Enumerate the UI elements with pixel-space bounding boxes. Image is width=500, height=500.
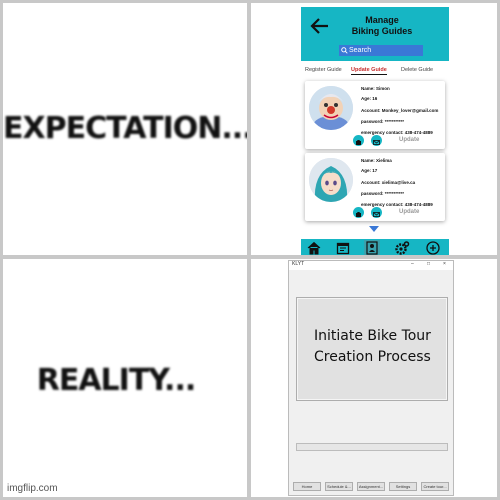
mail-icon <box>373 140 380 145</box>
guide-card: Name: Xielima Age: 17 Account: xielima@l… <box>305 153 445 221</box>
guide-age: Age: 17 <box>361 168 378 173</box>
avatar <box>309 158 353 202</box>
search-icon <box>341 47 348 54</box>
contact-button[interactable] <box>353 207 364 218</box>
tab-delete-guide[interactable]: Delete Guide <box>401 67 433 73</box>
gear-icon[interactable] <box>394 240 410 255</box>
guide-emergency-contact: emergency contact: 438-474-4889 <box>361 202 433 207</box>
briefcase-icon <box>356 212 361 217</box>
close-button[interactable]: × <box>443 261 446 267</box>
search-placeholder: Search <box>349 47 372 54</box>
mobile-app: Manage Biking Guides Search Register Gui… <box>301 7 449 255</box>
expectation-panel: EXPECTATION... <box>3 3 247 255</box>
email-button[interactable] <box>371 207 382 218</box>
guide-icon[interactable] <box>364 240 380 255</box>
expectation-caption: EXPECTATION... <box>3 111 247 146</box>
assignment-button[interactable]: Assignment... <box>357 482 385 491</box>
update-button[interactable]: Update <box>399 137 419 143</box>
home-icon[interactable] <box>306 240 322 255</box>
guide-name: Name: Simon <box>361 86 390 91</box>
app-window: KLYT – □ × Initiate Bike Tour Creation P… <box>288 260 454 496</box>
briefcase-icon <box>356 140 361 145</box>
tab-register-guide[interactable]: Register Guide <box>305 67 342 73</box>
mail-icon <box>373 212 380 217</box>
title-line-1: Manage <box>365 15 399 25</box>
initiate-tour-button[interactable]: Initiate Bike Tour Creation Process <box>296 297 448 401</box>
scroll-down-indicator[interactable] <box>369 226 379 232</box>
guide-age: Age: 16 <box>361 96 378 101</box>
button-label-line-2: Creation Process <box>314 349 431 365</box>
app-header: Manage Biking Guides Search <box>301 7 449 61</box>
window-screenshot-panel: KLYT – □ × Initiate Bike Tour Creation P… <box>251 259 497 497</box>
guide-account: Account: xielima@live.ca <box>361 180 416 185</box>
watermark: imgflip.com <box>7 483 58 494</box>
back-arrow-icon[interactable] <box>310 16 330 36</box>
tab-bar: Register Guide Update Guide Delete Guide <box>301 65 449 77</box>
app-screenshot-panel: Manage Biking Guides Search Register Gui… <box>251 3 497 255</box>
page-title: Manage Biking Guides <box>335 15 429 37</box>
minimize-button[interactable]: – <box>411 261 414 267</box>
email-button[interactable] <box>371 135 382 146</box>
guide-password: password: *********** <box>361 119 405 124</box>
guide-account: Account: Monkey_lover@gmail.com <box>361 108 439 113</box>
maximize-button[interactable]: □ <box>427 261 430 267</box>
button-label-line-1: Initiate Bike Tour <box>314 328 431 344</box>
window-title: KLYT <box>292 261 305 267</box>
settings-button[interactable]: Settings <box>389 482 417 491</box>
reality-panel: REALITY... imgflip.com <box>3 259 247 497</box>
bottom-nav <box>301 239 449 255</box>
progress-bar <box>296 443 448 451</box>
contact-button[interactable] <box>353 135 364 146</box>
meme-grid: EXPECTATION... Manage Biking Guides Sear… <box>0 0 500 500</box>
schedule-button[interactable]: Schedule &... <box>325 482 353 491</box>
title-line-2: Biking Guides <box>351 26 413 36</box>
title-bar: KLYT – □ × <box>289 261 453 270</box>
search-input[interactable]: Search <box>339 45 423 56</box>
tab-update-guide[interactable]: Update Guide <box>351 67 387 75</box>
guide-emergency-contact: emergency contact: 438-474-4889 <box>361 130 433 135</box>
plus-icon[interactable] <box>425 240 441 255</box>
calendar-icon[interactable] <box>335 240 351 255</box>
guide-card: Name: Simon Age: 16 Account: Monkey_love… <box>305 81 445 149</box>
create-tour-button[interactable]: Create tour... <box>421 482 449 491</box>
reality-caption: REALITY... <box>36 363 197 398</box>
home-button[interactable]: Home <box>293 482 321 491</box>
guide-name: Name: Xielima <box>361 158 392 163</box>
avatar <box>309 86 353 130</box>
update-button[interactable]: Update <box>399 209 419 215</box>
guide-password: password: *********** <box>361 191 405 196</box>
